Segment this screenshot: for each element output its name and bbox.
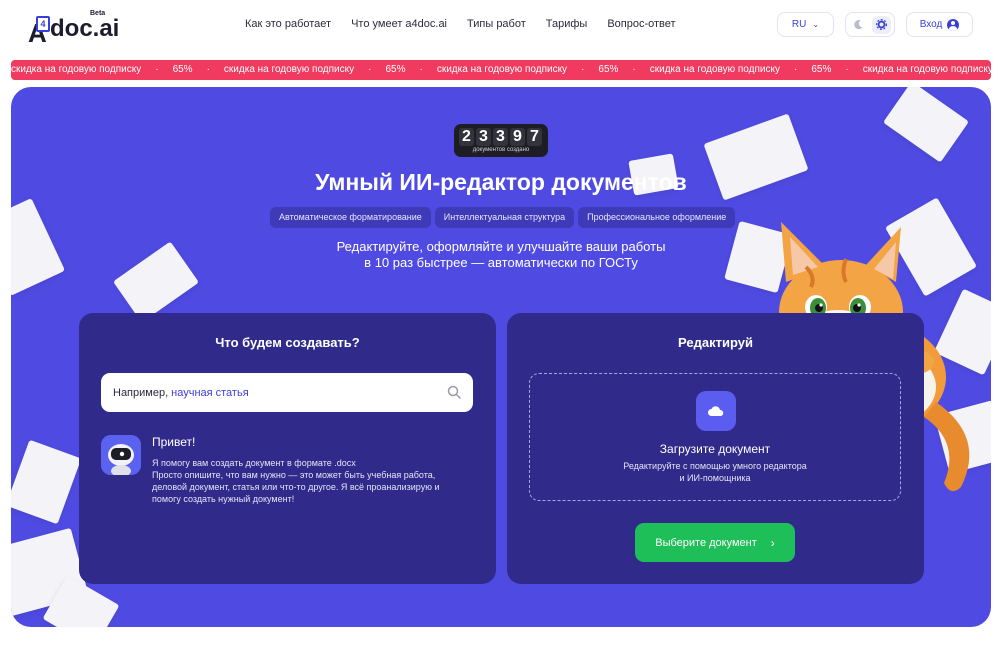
language-select[interactable]: RU ⌄ [777,12,834,37]
beta-badge: Beta [90,10,106,17]
counter-digit: 3 [476,128,491,146]
ticker-track: скидка на годовую подписку · 65% · скидка на… [11,60,991,80]
counter-digit: 7 [527,128,542,146]
ticker-percent: 65% [385,64,406,75]
sun-icon[interactable] [872,15,891,34]
ticker-separator: · [368,64,372,75]
counter-digit: 2 [459,128,474,146]
chip-professional-design: Профессиональное оформление [578,207,736,228]
edit-card-title: Редактируй [678,335,753,350]
language-label: RU [791,19,807,30]
upload-description: Редактируйте с помощью умного редактора … [623,461,807,483]
ticker-separator: · [206,64,210,75]
nav-features[interactable]: Что умеет a4doc.ai [351,17,447,31]
ticker-percent: 65% [811,64,832,75]
paper-decoration [11,439,82,525]
chevron-down-icon: ⌄ [812,20,820,29]
upload-title: Загрузите документ [659,442,771,456]
ticker-percent: 65% [172,64,193,75]
search-placeholder-example: научная статья [171,386,249,399]
ticker-text: скидка на годовую подписку [223,64,355,75]
counter-digit: 9 [510,128,525,146]
counter-digit: 3 [493,128,508,146]
user-icon [947,18,960,31]
ticker-text: скидка на годовую подписку [436,64,568,75]
choose-document-button[interactable]: Выберите документ › [635,523,795,562]
theme-toggle [845,12,895,37]
moon-icon[interactable] [849,16,868,34]
ticker-text: скидка на годовую подписку [11,64,142,75]
document-topic-input[interactable]: Например, научная статья [101,373,473,412]
logo[interactable]: A 4 doc.ai Beta [28,10,120,46]
nav-work-types[interactable]: Типы работ [467,17,526,31]
create-document-card: Что будем создавать? Например, научная с… [79,313,496,584]
ticker-text: скидка на годовую подписку [649,64,780,75]
chip-auto-formatting: Автоматическое форматирование [270,207,431,228]
create-card-title: Что будем создавать? [215,335,360,350]
main-nav: Как это работает Что умеет a4doc.ai Типы… [245,17,696,31]
nav-faq[interactable]: Вопрос-ответ [607,17,675,31]
counter-caption: документов создано [472,147,530,153]
ticker-separator: · [793,64,798,75]
logo-text: doc.ai [50,15,120,42]
ticker-text: скидка на годовую подписку [862,64,991,75]
robot-avatar-icon [101,435,141,475]
ticker-separator: · [581,64,585,75]
ticker-separator: · [845,64,849,75]
nav-pricing[interactable]: Тарифы [546,17,588,31]
paper-decoration [882,87,970,163]
bot-message: Я помогу вам создать документ в формате … [152,458,440,504]
ticker-separator: · [419,64,423,75]
login-label: Вход [919,19,943,30]
chip-smart-structure: Интеллектуальная структура [434,207,575,228]
upload-dropzone[interactable]: Загрузите документ Редактируйте с помощь… [529,373,901,501]
choose-document-label: Выберите документ [655,536,757,549]
ticker-separator: · [155,64,159,75]
hero-section: 2 3 3 9 7 документов создано Умный ИИ-ре… [11,87,991,627]
feature-chips: Автоматическое форматирование Интеллекту… [270,207,736,228]
login-button[interactable]: Вход [906,12,973,37]
search-placeholder-prefix: Например, [113,386,169,399]
chevron-right-icon: › [770,535,775,550]
cloud-upload-icon [696,391,736,431]
promo-ticker[interactable]: скидка на годовую подписку · 65% · скидка на… [11,60,991,80]
logo-mark: A 4 [28,16,50,46]
header: A 4 doc.ai Beta Как это работает Что уме… [0,0,1002,56]
ticker-percent: 65% [598,64,619,75]
nav-how-it-works[interactable]: Как это работает [245,17,331,31]
bot-greeting: Привет! [152,435,196,449]
search-icon[interactable] [447,385,461,399]
edit-document-card: Редактируй Загрузите документ Редактируй… [507,313,924,584]
documents-counter: 2 3 3 9 7 документов создано [454,124,548,157]
ticker-separator: · [632,64,636,75]
